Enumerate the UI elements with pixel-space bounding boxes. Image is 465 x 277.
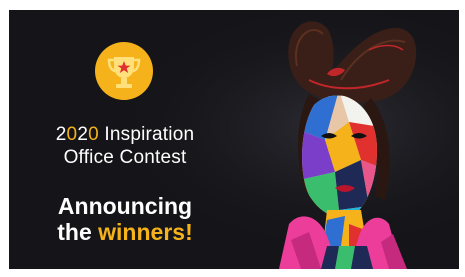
contest-title-line2: Office Contest — [63, 147, 187, 168]
announce-highlight: winners! — [98, 219, 193, 245]
title-rest: Inspiration — [98, 124, 195, 145]
year-digit: 2 — [55, 124, 67, 145]
announce-line2: the winners! — [9, 219, 241, 245]
announce-prefix: the — [57, 219, 99, 245]
trophy-icon — [95, 42, 153, 100]
contest-banner: 2020 Inspiration Office Contest Announci… — [9, 10, 459, 269]
year-digit: 0 — [88, 124, 99, 145]
year-digit: 0 — [66, 124, 78, 145]
contest-title-line1: 2020 Inspiration — [9, 124, 241, 146]
announce-line1: Announcing — [57, 193, 193, 219]
year-digit: 2 — [77, 124, 89, 145]
